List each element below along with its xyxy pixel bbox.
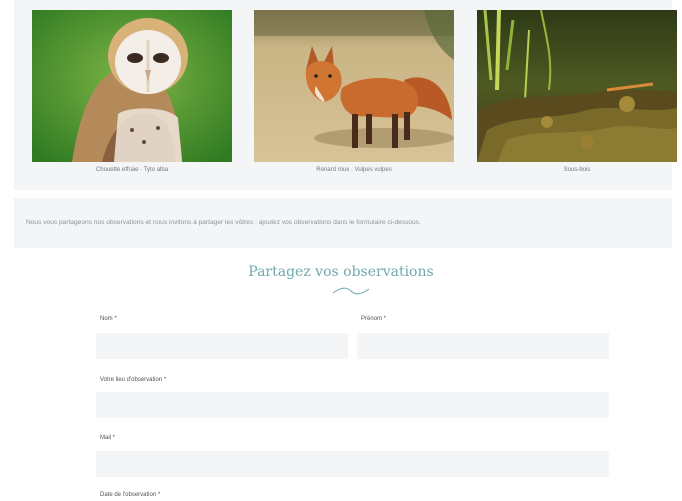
date-label: Date de l'observation *	[100, 492, 161, 498]
owl-caption: Chouette effraie · Tyto alba	[95, 167, 169, 173]
undergrowth-caption: Sous-bois	[563, 167, 591, 173]
fox-caption: Renard roux · Vulpes vulpes	[316, 167, 392, 173]
form-title: Partagez vos observations	[248, 264, 434, 280]
prenom-input[interactable]	[357, 333, 609, 359]
owl-photo[interactable]	[32, 10, 232, 162]
prenom-label: Prénom *	[361, 316, 387, 322]
undergrowth-photo[interactable]	[477, 10, 677, 162]
photo-gallery: Chouette effraie · Tyto alba Renard roux…	[14, 0, 677, 190]
mail-input[interactable]	[96, 451, 609, 477]
photo-card-fox[interactable]: Renard roux · Vulpes vulpes	[254, 10, 454, 173]
intro-banner: Nous vous partageons nos observations et…	[14, 198, 672, 248]
lieu-label: Votre lieu d'observation *	[100, 377, 167, 383]
mail-label: Mail *	[100, 435, 116, 441]
undergrowth-image	[477, 10, 677, 162]
fox-photo[interactable]	[254, 10, 454, 162]
owl-image	[32, 10, 232, 162]
intro-text: Nous vous partageons nos observations et…	[26, 219, 421, 226]
nom-input[interactable]	[96, 333, 348, 359]
title-flourish-icon	[332, 287, 370, 295]
nom-label: Nom *	[100, 316, 117, 322]
photo-card-undergrowth[interactable]: Sous-bois	[477, 10, 677, 173]
fox-image	[254, 10, 454, 162]
photo-card-owl[interactable]: Chouette effraie · Tyto alba	[32, 10, 232, 173]
lieu-input[interactable]	[96, 392, 609, 418]
